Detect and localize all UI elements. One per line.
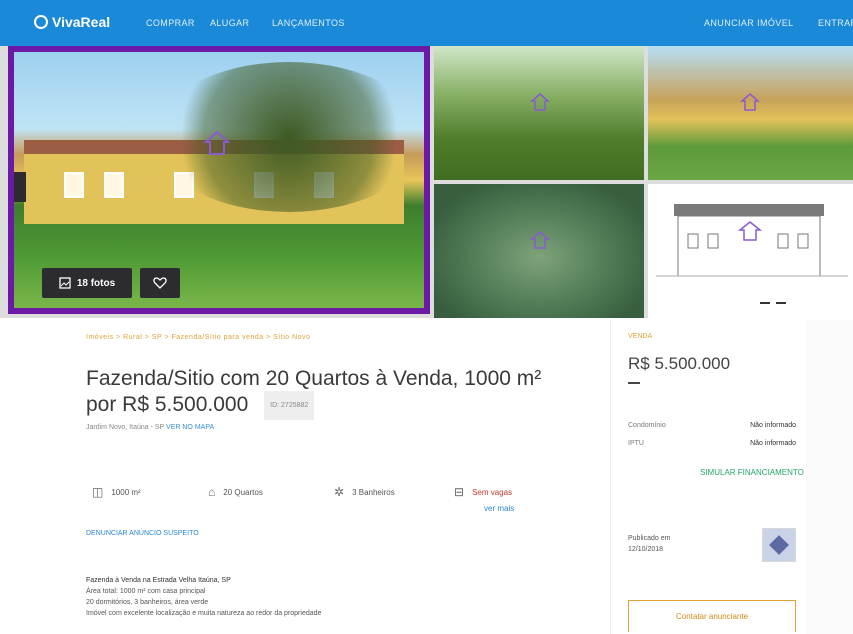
thumbnail-photo-2[interactable] <box>648 46 853 180</box>
description-line: Fazenda à Venda na Estrada Velha Itaúna,… <box>86 577 231 584</box>
nav-link-comprar[interactable]: COMPRAR <box>146 18 195 28</box>
feature-bathrooms-value: 3 Banheiros <box>352 487 395 497</box>
shower-icon: ✲ <box>334 485 345 499</box>
listing-title: Fazenda/Sitio com 20 Quartos à Venda, 10… <box>86 366 576 420</box>
description-line: Área total: 1000 m² com casa principal <box>86 588 206 595</box>
feature-area-value: 1000 m² <box>111 487 141 497</box>
feature-bedrooms-value: 20 Quartos <box>223 487 263 497</box>
favorite-button[interactable] <box>140 268 180 298</box>
area-icon: ◫ <box>92 485 104 499</box>
feature-bathrooms: ✲ 3 Banheiros <box>334 485 395 499</box>
iptu-value: Não informado <box>750 440 796 447</box>
contact-advertiser-button[interactable]: Contatar anunciante <box>628 600 796 632</box>
price-value: R$ 5.500.000 <box>628 354 731 373</box>
published-info: Publicado em 12/10/2018 <box>628 533 670 555</box>
gallery-icon <box>59 277 71 289</box>
feature-parking: ⊟ Sem vagas <box>454 485 512 499</box>
logo-text: VivaReal <box>52 14 111 30</box>
description-line: 20 dormitórios, 3 banheiros, área verde <box>86 599 209 606</box>
home-watermark-icon <box>530 231 550 249</box>
nav-link-anunciar[interactable]: ANUNCIAR IMÓVEL <box>704 18 794 28</box>
tree-illustration <box>154 62 424 212</box>
nav-link-entrar[interactable]: ENTRAR <box>818 18 853 28</box>
listing-description: Fazenda à Venda na Estrada Velha Itaúna,… <box>86 575 516 619</box>
thumbnail-floorplan[interactable] <box>648 184 853 318</box>
top-navbar: VivaReal COMPRAR ALUGAR LANÇAMENTOS ANUN… <box>0 0 853 46</box>
iptu-label: IPTU <box>628 440 644 447</box>
house-window <box>64 172 84 198</box>
thumbnail-photo-1[interactable] <box>434 46 644 180</box>
photos-count-label: 18 fotos <box>76 277 116 289</box>
feature-area: ◫ 1000 m² <box>92 485 141 499</box>
simulate-financing-link[interactable]: SIMULAR FINANCIAMENTO <box>700 468 804 477</box>
listing-address: Jardim Novo, Itaúna - SP VER NO MAPA <box>86 424 214 431</box>
nav-link-lancamentos[interactable]: LANÇAMENTOS <box>272 18 345 28</box>
condo-fee-label: Condomínio <box>628 422 666 429</box>
bed-icon: ⌂ <box>208 485 216 499</box>
heart-icon <box>153 277 167 289</box>
nav-link-alugar[interactable]: ALUGAR <box>210 18 249 28</box>
published-date: 12/10/2018 <box>628 546 664 553</box>
address-text: Jardim Novo, Itaúna - SP <box>86 424 165 431</box>
main-photo[interactable]: 18 fotos <box>8 46 430 314</box>
listing-code: ID: 2725882 <box>264 391 315 420</box>
prev-photo-arrow[interactable] <box>14 172 26 202</box>
feature-bedrooms: ⌂ 20 Quartos <box>208 485 263 499</box>
home-watermark-icon <box>204 130 230 155</box>
map-link[interactable]: VER NO MAPA <box>166 424 214 431</box>
price-label: VENDA <box>628 333 653 340</box>
home-watermark-icon <box>530 93 550 111</box>
breadcrumb[interactable]: Imóveis > Rural > SP > Fazenda/Sítio par… <box>86 334 310 341</box>
sidebar-divider <box>610 320 611 634</box>
thumbnail-photo-3[interactable] <box>434 184 644 318</box>
feature-parking-value: Sem vagas <box>472 487 513 497</box>
page-margin <box>806 320 853 634</box>
feature-parking-more[interactable]: ver mais <box>484 504 514 513</box>
house-window <box>104 172 124 198</box>
condo-fee-value: Não informado <box>750 422 796 429</box>
logo-icon <box>34 15 48 29</box>
advertiser-logo[interactable] <box>762 528 796 562</box>
main-photo-image: 18 fotos <box>14 52 424 308</box>
floorplan-drawing <box>656 204 848 304</box>
photo-gallery: 18 fotos <box>0 46 853 318</box>
photos-count-button[interactable]: 18 fotos <box>42 268 132 298</box>
home-watermark-icon <box>740 93 760 111</box>
car-icon: ⊟ <box>454 485 465 499</box>
logo[interactable]: VivaReal <box>34 14 110 30</box>
description-line: Imóvel com excelente localização e muita… <box>86 610 322 617</box>
published-label: Publicado em <box>628 535 671 542</box>
price-underline <box>628 382 640 384</box>
report-listing-link[interactable]: DENUNCIAR ANÚNCIO SUSPEITO <box>86 530 199 537</box>
